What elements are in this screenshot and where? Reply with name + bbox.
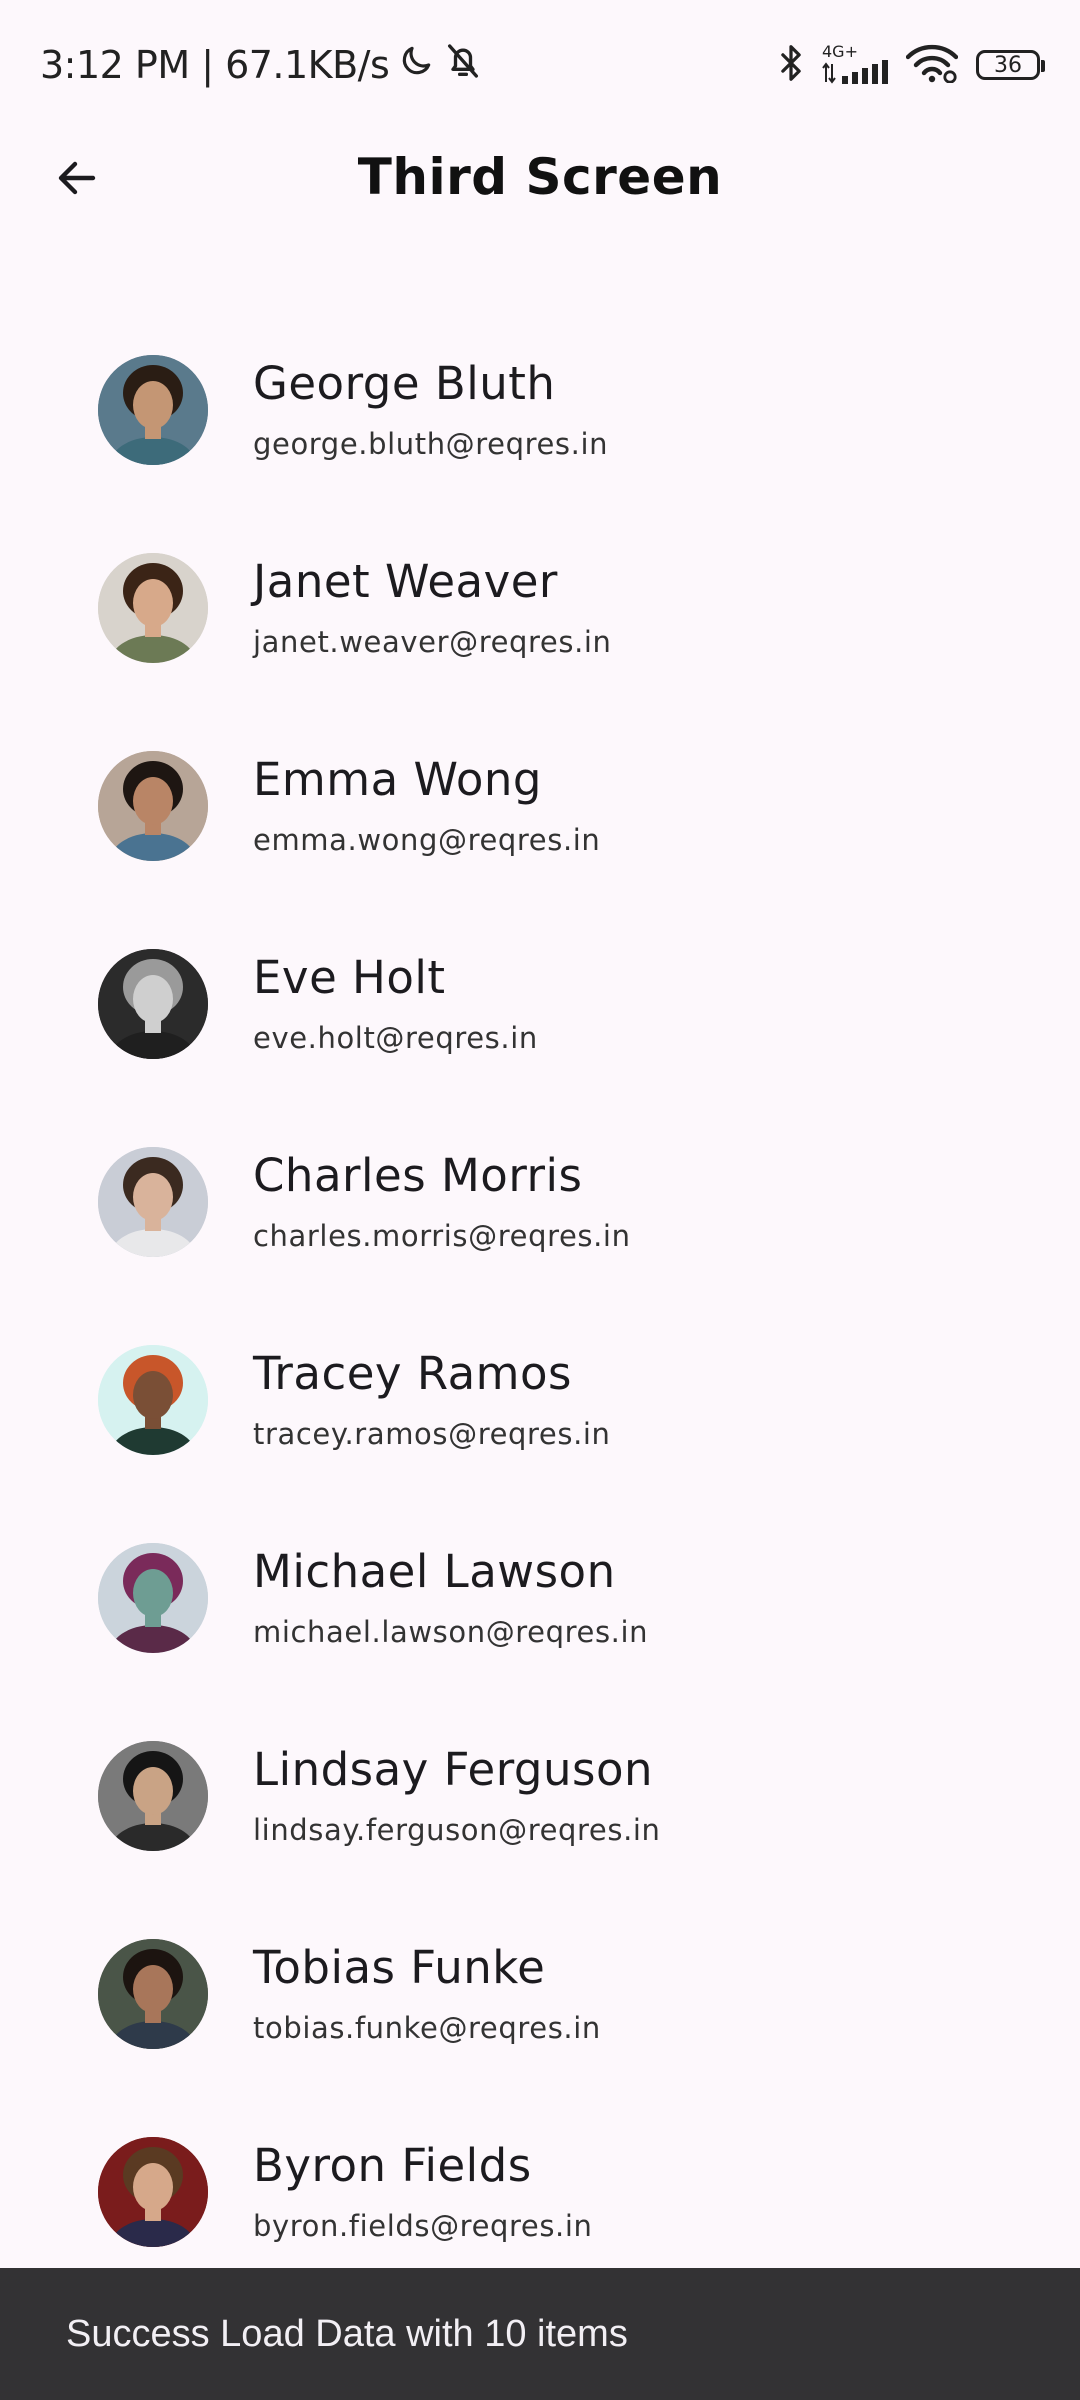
avatar — [98, 1345, 208, 1455]
snackbar: Success Load Data with 10 items — [0, 2268, 1080, 2400]
list-item[interactable]: Lindsay Ferguson lindsay.ferguson@reqres.… — [0, 1723, 1080, 1921]
user-email: lindsay.ferguson@reqres.in — [253, 1813, 661, 1847]
list-item[interactable]: Michael Lawson michael.lawson@reqres.in — [0, 1525, 1080, 1723]
user-email: george.bluth@reqres.in — [253, 427, 609, 461]
user-name: Tobias Funke — [253, 1941, 546, 1994]
list-item[interactable]: Eve Holt eve.holt@reqres.in — [0, 931, 1080, 1129]
wifi-icon — [905, 43, 959, 87]
user-name: Michael Lawson — [253, 1545, 616, 1598]
list-item[interactable]: George Bluth george.bluth@reqres.in — [0, 337, 1080, 535]
user-list: George Bluth george.bluth@reqres.in Janet … — [0, 337, 1080, 2317]
list-item[interactable]: Emma Wong emma.wong@reqres.in — [0, 733, 1080, 931]
avatar — [98, 751, 208, 861]
avatar — [98, 1147, 208, 1257]
snackbar-message: Success Load Data with 10 items — [66, 2312, 628, 2355]
network-label: 4G+ — [822, 42, 858, 61]
user-name: George Bluth — [253, 357, 556, 410]
moon-icon — [397, 42, 435, 89]
status-time-speed: 3:12 PM | 67.1KB/s — [40, 43, 390, 87]
user-name: Janet Weaver — [253, 555, 558, 608]
user-name: Emma Wong — [253, 753, 542, 806]
user-name: Tracey Ramos — [253, 1347, 572, 1400]
bell-off-icon — [443, 41, 483, 90]
user-email: tracey.ramos@reqres.in — [253, 1417, 611, 1451]
list-item[interactable]: Charles Morris charles.morris@reqres.in — [0, 1129, 1080, 1327]
user-email: michael.lawson@reqres.in — [253, 1615, 649, 1649]
avatar — [98, 553, 208, 663]
user-name: Charles Morris — [253, 1149, 583, 1202]
avatar — [98, 2137, 208, 2247]
user-email: charles.morris@reqres.in — [253, 1219, 631, 1253]
battery-icon: 36 — [976, 50, 1045, 80]
list-item[interactable]: Tobias Funke tobias.funke@reqres.in — [0, 1921, 1080, 2119]
status-right: 4G+ 36 — [778, 38, 1045, 92]
avatar — [98, 1741, 208, 1851]
status-bar: 3:12 PM | 67.1KB/s 4G+ 36 — [0, 0, 1080, 130]
signal-icon: 4G+ — [822, 44, 888, 86]
list-item[interactable]: Tracey Ramos tracey.ramos@reqres.in — [0, 1327, 1080, 1525]
user-email: tobias.funke@reqres.in — [253, 2011, 601, 2045]
bluetooth-icon — [778, 43, 804, 87]
user-name: Eve Holt — [253, 951, 446, 1004]
list-item[interactable]: Janet Weaver janet.weaver@reqres.in — [0, 535, 1080, 733]
user-email: janet.weaver@reqres.in — [253, 625, 612, 659]
avatar — [98, 1939, 208, 2049]
user-name: Byron Fields — [253, 2139, 532, 2192]
avatar — [98, 1543, 208, 1653]
avatar — [98, 355, 208, 465]
user-email: emma.wong@reqres.in — [253, 823, 601, 857]
avatar — [98, 949, 208, 1059]
user-email: byron.fields@reqres.in — [253, 2209, 593, 2243]
page-title: Third Screen — [357, 148, 723, 206]
user-name: Lindsay Ferguson — [253, 1743, 654, 1796]
status-left: 3:12 PM | 67.1KB/s — [40, 38, 483, 92]
app-bar: Third Screen — [0, 130, 1080, 230]
user-email: eve.holt@reqres.in — [253, 1021, 538, 1055]
